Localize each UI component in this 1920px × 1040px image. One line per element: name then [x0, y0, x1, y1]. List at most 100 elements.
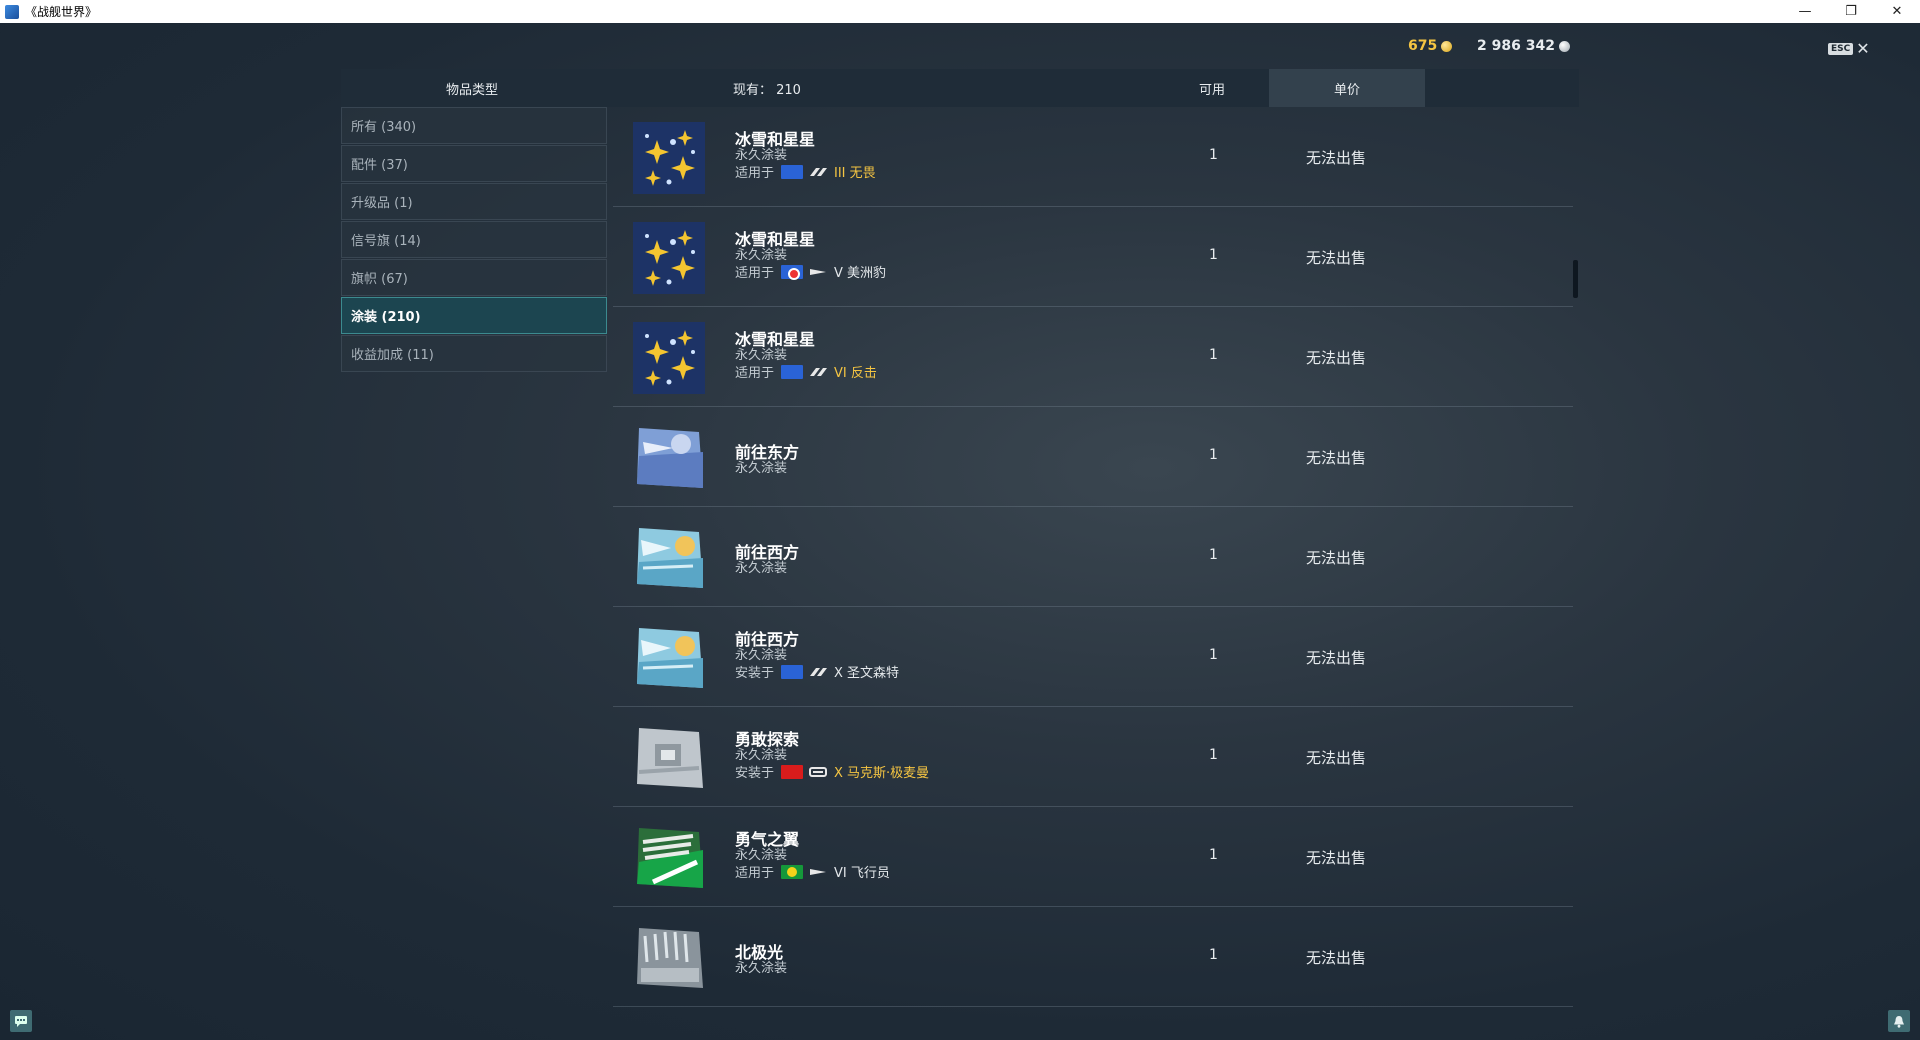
applies-label: 安装于	[735, 666, 775, 681]
destroyer-icon	[808, 666, 828, 678]
header-item-type: 物品类型	[446, 82, 499, 98]
applies-to: 适用于 III 无畏	[735, 162, 876, 181]
bell-icon	[1894, 1015, 1904, 1028]
available-count: 1	[1209, 647, 1218, 663]
gold-amount: 675	[1408, 38, 1438, 54]
gold-balance: 675	[1408, 38, 1453, 54]
item-type: 永久涂装	[735, 561, 788, 576]
camouflage-thumbnail	[633, 122, 705, 194]
category-label: 旗帜 (67)	[351, 272, 408, 287]
esc-close-button[interactable]: ESC ✕	[1828, 39, 1870, 58]
item-type: 永久涂装	[735, 348, 788, 363]
list-item[interactable]: 冰雪和星星 永久涂装 适用于 V 美洲豹 1 无法出售	[613, 207, 1573, 307]
category-upgrades[interactable]: 升级品 (1)	[341, 183, 607, 220]
app-icon	[5, 4, 19, 19]
list-item[interactable]: 北极光 永久涂装 1 无法出售	[613, 907, 1573, 1007]
available-count: 1	[1209, 147, 1218, 163]
category-signals[interactable]: 信号旗 (14)	[341, 221, 607, 258]
available-count: 1	[1209, 447, 1218, 463]
camouflage-thumbnail	[633, 822, 705, 894]
available-count: 1	[1209, 847, 1218, 863]
item-type: 永久涂装	[735, 748, 788, 763]
close-icon: ✕	[1856, 39, 1870, 58]
submarine-icon	[808, 266, 828, 278]
ship-name: X 马克斯·极麦曼	[834, 766, 930, 781]
category-economic-bonus[interactable]: 收益加成 (11)	[341, 335, 607, 372]
available-count: 1	[1209, 247, 1218, 263]
list-scrollbar[interactable]	[1573, 260, 1578, 298]
applies-to: 适用于 VI 反击	[735, 362, 877, 381]
ship-name: VI 飞行员	[834, 866, 890, 881]
header-owned-count: 现有： 210	[733, 82, 801, 98]
item-type: 永久涂装	[735, 848, 788, 863]
ship-name: VI 反击	[834, 366, 877, 381]
camouflage-thumbnail	[633, 322, 705, 394]
ship-name: III 无畏	[834, 166, 876, 181]
unit-price: 无法出售	[1306, 649, 1367, 667]
applies-label: 适用于	[735, 266, 775, 281]
applies-label: 适用于	[735, 366, 775, 381]
unit-price: 无法出售	[1306, 749, 1367, 767]
category-flags[interactable]: 旗帜 (67)	[341, 259, 607, 296]
destroyer-icon	[808, 166, 828, 178]
window-controls: — ❐ ✕	[1782, 0, 1920, 23]
camouflage-thumbnail	[633, 522, 705, 594]
list-item[interactable]: 前往西方 永久涂装 安装于 X 圣文森特 1 无法出售	[613, 607, 1573, 707]
item-type: 永久涂装	[735, 648, 788, 663]
list-item[interactable]: 冰雪和星星 永久涂装 适用于 III 无畏 1 无法出售	[613, 107, 1573, 207]
battleship-icon	[808, 766, 828, 778]
brazil-flag-icon	[781, 864, 804, 879]
minimize-button[interactable]: —	[1782, 0, 1828, 23]
window-title: 《战舰世界》	[25, 5, 98, 19]
camouflage-thumbnail	[633, 922, 705, 994]
camouflage-thumbnail	[633, 222, 705, 294]
category-modules[interactable]: 配件 (37)	[341, 145, 607, 182]
applies-to: 适用于 VI 飞行员	[735, 862, 890, 881]
list-item[interactable]: 勇气之翼 永久涂装 适用于 VI 飞行员 1 无法出售	[613, 807, 1573, 907]
available-count: 1	[1209, 347, 1218, 363]
camouflage-thumbnail	[633, 422, 705, 494]
chat-icon	[15, 1016, 27, 1027]
unit-price: 无法出售	[1306, 249, 1367, 267]
list-item[interactable]: 前往西方 永久涂装 1 无法出售	[613, 507, 1573, 607]
credits-icon	[1558, 40, 1570, 52]
france-flag-icon	[781, 364, 804, 379]
ship-name: X 圣文森特	[834, 666, 900, 681]
restore-button[interactable]: ❐	[1828, 0, 1874, 23]
category-label: 升级品 (1)	[351, 196, 413, 211]
applies-to: 安装于 X 圣文森特	[735, 662, 899, 681]
category-all[interactable]: 所有 (340)	[341, 107, 607, 144]
camouflage-thumbnail	[633, 722, 705, 794]
applies-label: 安装于	[735, 766, 775, 781]
france-flag-icon	[781, 164, 804, 179]
credits-amount: 2 986 342	[1477, 38, 1555, 54]
ship-name: V 美洲豹	[834, 266, 887, 281]
category-label: 信号旗 (14)	[351, 234, 421, 249]
submarine-icon	[808, 866, 828, 878]
camouflage-thumbnail	[633, 622, 705, 694]
unit-price: 无法出售	[1306, 149, 1367, 167]
notifications-button[interactable]	[1888, 1010, 1910, 1032]
unit-price: 无法出售	[1306, 449, 1367, 467]
list-item[interactable]: 前往东方 永久涂装 1 无法出售	[613, 407, 1573, 507]
header-price-label: 单价	[1333, 82, 1360, 98]
destroyer-icon	[808, 366, 828, 378]
category-label: 涂装 (210)	[351, 310, 421, 325]
applies-to: 适用于 V 美洲豹	[735, 262, 886, 281]
chat-button[interactable]	[10, 1010, 32, 1032]
header-available[interactable]: 可用	[1199, 79, 1225, 98]
category-camouflage[interactable]: 涂装 (210)	[341, 297, 607, 334]
esc-key-label: ESC	[1828, 43, 1854, 55]
list-item[interactable]: 冰雪和星星 永久涂装 适用于 VI 反击 1 无法出售	[613, 307, 1573, 407]
applies-label: 适用于	[735, 166, 775, 181]
item-type: 永久涂装	[735, 461, 788, 476]
applies-to: 安装于 X 马克斯·极麦曼	[735, 762, 929, 781]
header-price-sort[interactable]: 单价	[1269, 69, 1425, 107]
list-item[interactable]: 勇敢探索 永久涂装 安装于 X 马克斯·极麦曼 1 无法出售	[613, 707, 1573, 807]
close-window-button[interactable]: ✕	[1874, 0, 1920, 23]
unit-price: 无法出售	[1306, 549, 1367, 567]
uk-flag-icon	[781, 264, 804, 280]
applies-label: 适用于	[735, 866, 775, 881]
item-type: 永久涂装	[735, 961, 788, 976]
germany-flag-icon	[781, 764, 804, 779]
